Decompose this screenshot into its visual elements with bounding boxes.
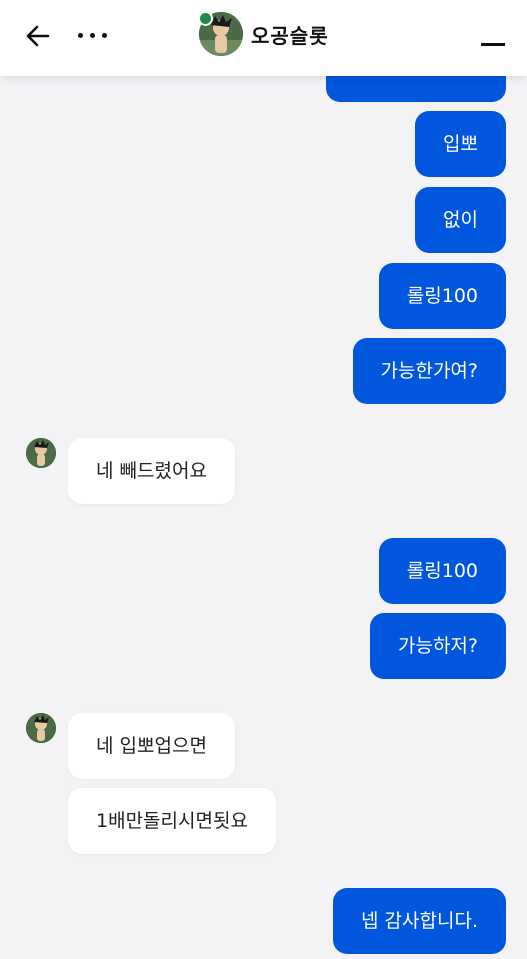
online-status-indicator xyxy=(198,11,213,26)
chat-title: 오공슬롯 xyxy=(251,24,329,48)
message-bubble-outgoing: 입뽀 xyxy=(415,111,506,177)
chat-header: 오공슬롯 xyxy=(0,0,527,76)
minimize-icon xyxy=(481,43,505,46)
minimize-button[interactable] xyxy=(479,28,507,52)
message-bubble-outgoing: 가능하저? xyxy=(369,613,506,679)
arrow-left-icon xyxy=(26,25,50,47)
agent-avatar xyxy=(26,713,56,743)
more-options-button[interactable] xyxy=(78,24,110,46)
agent-avatar xyxy=(26,438,56,468)
back-button[interactable] xyxy=(24,22,52,50)
message-bubble-incoming: 1배만돌리시면됫요 xyxy=(68,788,276,854)
message-bubble-incoming: 네 빼드렸어요 xyxy=(68,438,235,504)
message-bubble-outgoing: 롤링100 xyxy=(378,263,506,329)
more-dots-icon xyxy=(78,33,83,38)
message-bubble-outgoing: 롤링100 xyxy=(378,538,506,604)
message-bubble-outgoing: 넵 감사합니다. xyxy=(333,888,506,954)
message-bubble-outgoing: 가능한가여? xyxy=(352,338,506,404)
message-bubble-incoming: 네 입뽀업으면 xyxy=(68,713,235,779)
message-bubble-outgoing: 없이 xyxy=(415,187,506,253)
